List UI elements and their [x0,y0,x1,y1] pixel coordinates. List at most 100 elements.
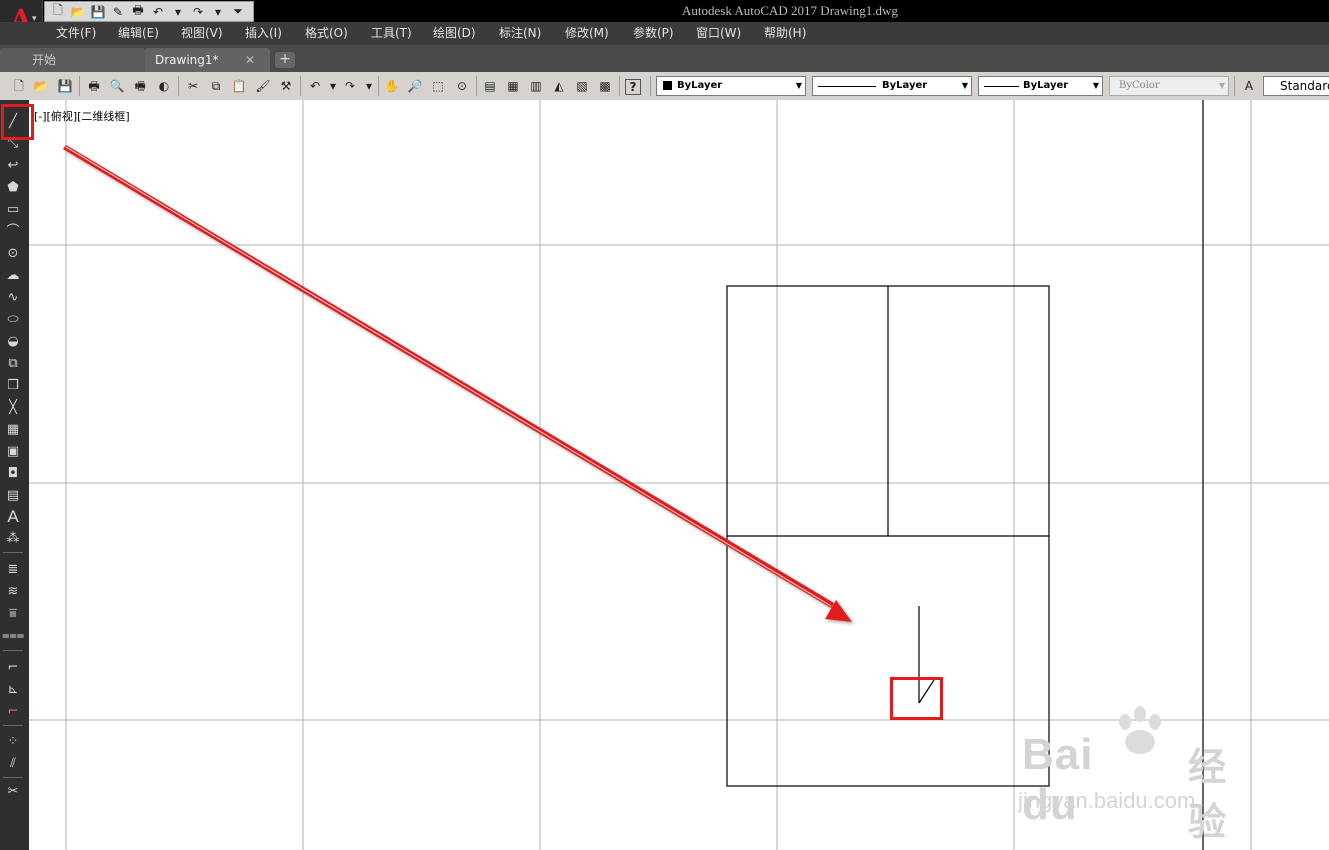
color-swatch [663,81,672,90]
layer-state-icon[interactable]: ≋ [2,582,24,602]
menu-window[interactable]: 窗口(W) [694,22,743,45]
menu-help[interactable]: 帮助(H) [762,22,808,45]
insert-block-icon[interactable]: ⧉ [2,354,24,374]
region-icon[interactable]: ◘ [2,464,24,484]
ellipse-icon[interactable]: ⬭ [2,310,24,330]
toolbar-separator [619,76,620,96]
multiline-text-icon[interactable]: A [2,507,24,527]
plotstyle-dropdown[interactable]: ByColor ▼ [1109,76,1229,96]
close-icon[interactable]: ✕ [245,48,255,72]
hatch-icon[interactable]: ▦ [2,420,24,440]
gradient-icon[interactable]: ▣ [2,442,24,462]
lineweight-dropdown[interactable]: ByLayer ▼ [978,76,1103,96]
menu-modify[interactable]: 修改(M) [563,22,611,45]
undo-dropdown-icon[interactable]: ▾ [324,77,342,95]
properties-icon[interactable]: ▤ [481,77,499,95]
quick-access-toolbar: 🗋 📂 💾 ✎ 🖶 ↶ ▾ ↷ ▾ ⏷ [44,1,254,22]
open-icon[interactable]: 📂 [69,4,87,20]
offset-icon[interactable]: ⫽ [2,754,24,774]
text-style-icon[interactable]: A [1240,77,1258,95]
zoom-previous-icon[interactable]: ⊙ [453,77,471,95]
help-icon[interactable]: ? [625,79,641,95]
viewport-controls[interactable]: [-][俯视][二维线框] [34,108,130,124]
sheet-set-icon[interactable]: ◭ [550,77,568,95]
customize-icon[interactable]: ⏷ [229,4,247,20]
polyline-icon[interactable]: ↩ [2,156,24,176]
polygon-icon[interactable]: ⬟ [2,178,24,198]
save-icon[interactable]: 💾 [56,77,74,95]
drawn-geometry [726,285,1050,787]
calculator-icon[interactable]: ▩ [596,77,614,95]
linetype-dropdown[interactable]: ByLayer ▼ [812,76,972,96]
saveas-icon[interactable]: ✎ [109,4,127,20]
undo-icon[interactable]: ↶ [306,77,324,95]
new-tab-button[interactable]: + [275,52,295,68]
zoom-window-icon[interactable]: ⬚ [429,77,447,95]
plot-icon[interactable]: 🖶 [85,77,103,95]
tab-start[interactable]: 开始 [0,48,145,72]
menu-tools[interactable]: 工具(T) [369,22,414,45]
redo-icon[interactable]: ↷ [189,4,207,20]
add-selected-icon[interactable]: ⁂ [2,529,24,549]
blend-curves-icon[interactable]: ⌐ [2,702,24,722]
linetype-preview [818,86,876,87]
menu-file[interactable]: 文件(F) [54,22,98,45]
redo-dropdown-icon[interactable]: ▾ [209,4,227,20]
pan-icon[interactable]: ✋ [383,77,401,95]
menu-view[interactable]: 视图(V) [179,22,225,45]
plotstyle-value: ByColor [1119,80,1160,91]
make-block-icon[interactable]: ❒ [2,376,24,396]
chamfer-icon[interactable]: ⊾ [2,680,24,700]
tab-drawing1[interactable]: Drawing1* ✕ [145,48,270,72]
ellipse-arc-icon[interactable]: ◒ [2,332,24,352]
toolbar-separator [178,76,179,96]
redo-dropdown-icon[interactable]: ▾ [360,77,378,95]
menu-insert[interactable]: 插入(I) [243,22,284,45]
match-properties-icon[interactable]: 🖌 [254,77,272,95]
rectangle-icon[interactable]: ▭ [2,200,24,220]
arc-icon[interactable]: ⌒ [2,222,24,242]
point-icon[interactable]: ╳ [2,398,24,418]
zoom-realtime-icon[interactable]: 🔎 [406,77,424,95]
layer-previous-icon[interactable]: ⩸ [2,604,24,624]
markup-icon[interactable]: ▧ [573,77,591,95]
undo-dropdown-icon[interactable]: ▾ [169,4,187,20]
new-icon[interactable]: 🗋 [49,3,67,20]
table-icon[interactable]: ▤ [2,486,24,506]
layer-isolate-icon[interactable]: ⩶ [2,626,24,646]
standard-toolbar: 🗋 📂 💾 🖶 🔍 🖷 ◐ ✂ ⧉ 📋 🖌 ⚒ ↶ ▾ ↷ ▾ ✋ 🔎 ⬚ ⊙ … [0,72,1329,101]
render-icon[interactable]: ◐ [155,77,173,95]
plot-preview-icon[interactable]: 🔍 [108,77,126,95]
block-editor-icon[interactable]: ⚒ [277,77,295,95]
redo-icon[interactable]: ↷ [341,77,359,95]
circle-icon[interactable]: ⊙ [2,244,24,264]
color-dropdown[interactable]: ByLayer ▼ [656,76,806,96]
chevron-down-icon: ▼ [1092,81,1099,90]
spline-icon[interactable]: ∿ [2,288,24,308]
paste-icon[interactable]: 📋 [230,77,248,95]
cut-icon[interactable]: ✂ [184,77,202,95]
trim-icon[interactable]: ✂ [2,782,24,802]
save-icon[interactable]: 💾 [89,4,107,20]
open-icon[interactable]: 📂 [32,77,50,95]
fillet-icon[interactable]: ⌐ [2,658,24,678]
menu-draw[interactable]: 绘图(D) [431,22,478,45]
revision-cloud-icon[interactable]: ☁ [2,266,24,286]
tool-palettes-icon[interactable]: ▥ [527,77,545,95]
layer-properties-icon[interactable]: ≣ [2,560,24,580]
menu-dimension[interactable]: 标注(N) [497,22,543,45]
plot-icon[interactable]: 🖶 [129,3,147,20]
new-icon[interactable]: 🗋 [10,77,28,95]
menu-format[interactable]: 格式(O) [303,22,350,45]
undo-icon[interactable]: ↶ [149,4,167,20]
copy-icon[interactable]: ⧉ [207,77,225,95]
highlight-drawn-line [890,677,943,720]
array-icon[interactable]: ⁘ [2,732,24,752]
text-style-value: Standard [1280,79,1329,93]
arrow-shaft-highlight [65,146,832,607]
menu-edit[interactable]: 编辑(E) [116,22,161,45]
text-style-dropdown[interactable]: Standard [1263,76,1329,96]
publish-icon[interactable]: 🖷 [131,77,149,95]
design-center-icon[interactable]: ▦ [504,77,522,95]
menu-parametric[interactable]: 参数(P) [631,22,676,45]
